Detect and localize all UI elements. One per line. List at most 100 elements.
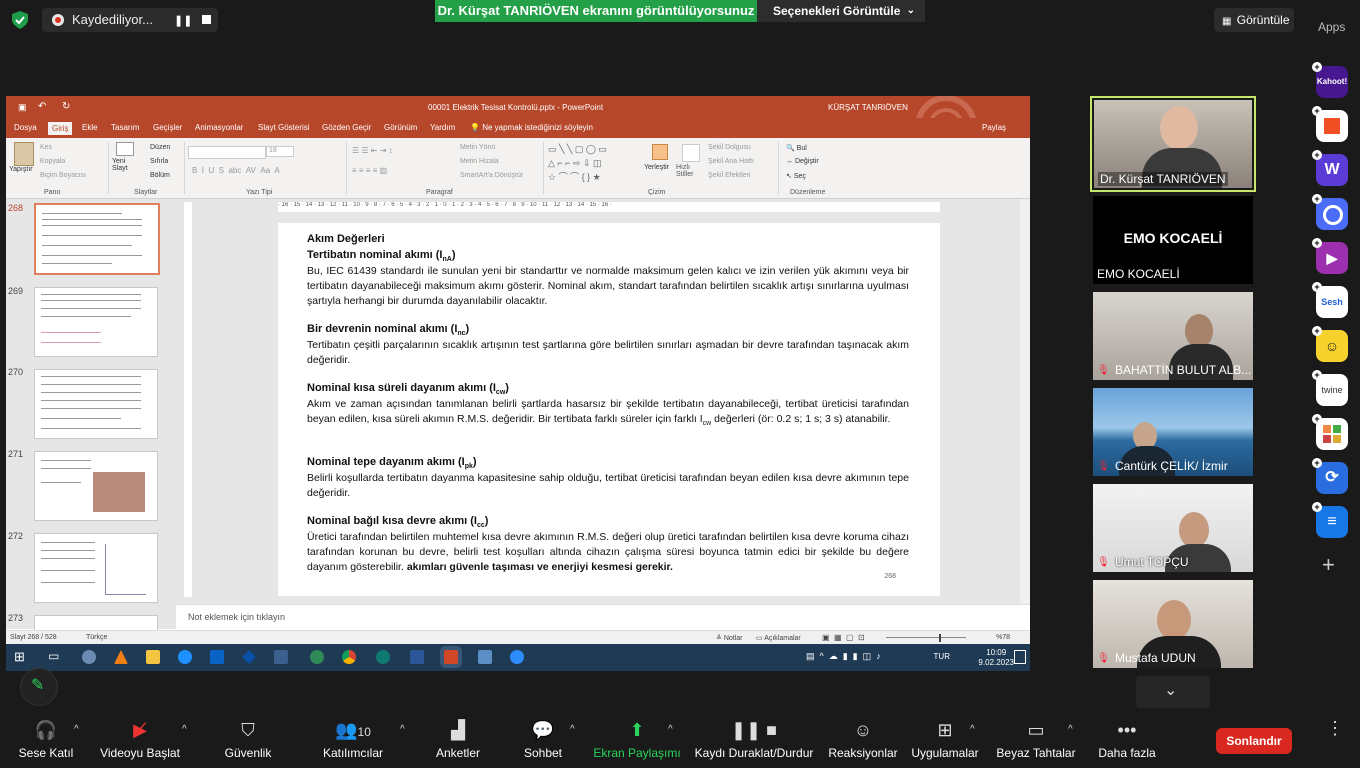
pause-recording-button[interactable]: ❚❚ [174, 14, 192, 27]
sync-app-icon[interactable]: + ⟳ [1312, 458, 1348, 494]
reactions-button[interactable]: ☺ Reaksiyonlar [828, 720, 898, 760]
tab-gozden-gecir[interactable]: Gözden Geçir [322, 123, 371, 132]
text-direction-button[interactable]: Metin Yönü [460, 144, 495, 151]
participants-button[interactable]: 👥10 Katılımcılar [320, 720, 386, 760]
tab-animasyonlar[interactable]: Animasyonlar [195, 123, 243, 132]
audio-options-caret[interactable]: ^ [74, 724, 79, 735]
chat-button[interactable]: 💬 Sohbet [520, 720, 566, 760]
share-options-caret[interactable]: ^ [668, 724, 673, 735]
twine-app-icon[interactable]: + twine [1312, 370, 1348, 406]
paste-button[interactable]: Yapıştır [9, 166, 33, 173]
arrange-button[interactable]: Yerleştir [644, 164, 669, 171]
outlook-icon[interactable] [210, 650, 224, 664]
cut-button[interactable]: Kes [40, 144, 52, 151]
slide-thumbnail[interactable] [34, 533, 158, 603]
security-button[interactable]: ⛉ Güvenlik [218, 720, 278, 760]
tab-gecisler[interactable]: Geçişler [153, 123, 182, 132]
copy-button[interactable]: Kopyala [40, 158, 65, 165]
view-button[interactable]: ▦ Görüntüle [1214, 8, 1294, 32]
notes-toggle[interactable]: ≜ Notlar [716, 634, 743, 642]
new-slide-button[interactable]: Yeni Slayt [112, 158, 132, 172]
align-buttons[interactable]: ≡ ≡ ≡ ≡ ▥ [352, 166, 387, 175]
tab-gorunum[interactable]: Görünüm [384, 123, 417, 132]
kahoot-app-icon[interactable]: + Kahoot! [1312, 62, 1348, 98]
chrome-icon[interactable] [342, 650, 356, 664]
zoom-slider[interactable] [886, 637, 966, 638]
tab-dosya[interactable]: Dosya [14, 123, 37, 132]
section-button[interactable]: Bölüm [150, 172, 170, 179]
shape-fill-button[interactable]: Şekil Dolgusu [708, 144, 751, 151]
select-button[interactable]: ↖ Seç [786, 172, 806, 180]
add-app-icon[interactable]: + [1322, 552, 1335, 578]
app-icon[interactable]: + [1312, 194, 1348, 230]
zoom-thumb[interactable] [939, 634, 941, 642]
find-button[interactable]: 🔍 Bul [786, 144, 807, 152]
video-app-icon[interactable]: + ▶ [1312, 238, 1348, 274]
tell-me-search[interactable]: 💡 Ne yapmak istediğinizi söyleyin [470, 123, 593, 132]
format-painter-button[interactable]: Biçim Boyacısı [40, 172, 86, 179]
font-size-field[interactable]: 18 [266, 146, 294, 157]
join-audio-button[interactable]: 🎧 Sese Katıl [18, 720, 74, 760]
annotate-pencil-button[interactable]: ✎ [20, 668, 58, 706]
app-s-icon[interactable] [376, 650, 390, 664]
share-ppt-button[interactable]: Paylaş [982, 123, 1006, 132]
whiteboards-options-caret[interactable]: ^ [1068, 724, 1073, 735]
app-icon[interactable] [242, 650, 256, 664]
replace-button[interactable]: ↔ Değiştir [786, 158, 819, 165]
more-button[interactable]: ••• Daha fazla [1096, 720, 1158, 760]
participant-tile[interactable]: 🎙 Mustafa UDUN [1093, 580, 1253, 668]
sesh-app-icon[interactable]: + Sesh [1312, 282, 1348, 318]
align-text-button[interactable]: Metin Hizala [460, 158, 499, 165]
shape-effects-button[interactable]: Şekil Efektleri [708, 172, 750, 179]
quick-styles-button[interactable]: Hızlı Stiller [676, 164, 700, 178]
scroll-participants-button[interactable]: ⌄ [1136, 676, 1210, 708]
active-speaker-tile[interactable]: Dr. Kürşat TANRIÖVEN [1090, 96, 1256, 192]
wooclap-app-icon[interactable]: + W [1312, 150, 1348, 186]
slide-thumbnail[interactable] [34, 287, 158, 357]
end-meeting-button[interactable]: Sonlandır [1216, 728, 1292, 754]
slide-thumbnail[interactable] [34, 615, 158, 631]
word-icon[interactable] [410, 650, 424, 664]
apps-options-caret[interactable]: ^ [970, 724, 975, 735]
slide-thumbnail[interactable] [34, 369, 158, 439]
shape-outline-button[interactable]: Şekil Ana Hattı [708, 158, 754, 165]
layout-button[interactable]: Düzen [150, 144, 170, 151]
powerpoint-icon[interactable] [444, 650, 458, 664]
internet-explorer-icon[interactable] [178, 650, 192, 664]
app-icon[interactable]: + [1312, 414, 1348, 450]
tab-ekle[interactable]: Ekle [82, 123, 98, 132]
participant-tile[interactable]: 🎙 Umut TOPÇU [1093, 484, 1253, 572]
participants-options-caret[interactable]: ^ [400, 724, 405, 735]
comments-toggle[interactable]: ▭ Açıklamalar [756, 634, 801, 642]
system-tray-icons[interactable]: ▤ ^ ☁ ▮ ▮ ◫ ♪ [806, 651, 881, 662]
slide-thumbnail[interactable] [34, 451, 158, 521]
taskbar-clock[interactable]: 10:09 9.02.2023 [978, 648, 1014, 668]
slide-thumbnail[interactable] [34, 203, 160, 275]
windows-start-icon[interactable]: ⊞ [14, 649, 25, 665]
app-icon[interactable] [274, 650, 288, 664]
settings-app-icon[interactable] [82, 650, 96, 664]
start-video-button[interactable]: ▶̸ Videoyu Başlat [96, 720, 184, 760]
polls-button[interactable]: ▟ Anketler [432, 720, 484, 760]
globe-app-icon[interactable] [310, 650, 324, 664]
tab-tasarim[interactable]: Tasarım [111, 123, 139, 132]
task-view-icon[interactable]: ▭ [48, 649, 59, 663]
font-format-buttons[interactable]: B I U S abc AV Aa A [192, 166, 280, 175]
camera-app-icon[interactable] [478, 650, 492, 664]
stop-recording-button[interactable] [202, 15, 211, 24]
participant-tile-emo[interactable]: EMO KOCAELİ EMO KOCAELİ [1093, 196, 1253, 284]
video-options-caret[interactable]: ^ [182, 724, 187, 735]
reset-button[interactable]: Sıfırla [150, 158, 168, 165]
notifications-icon[interactable] [1014, 650, 1026, 664]
tab-yardim[interactable]: Yardım [430, 123, 455, 132]
app-icon[interactable]: + [1312, 106, 1348, 142]
current-slide[interactable]: Akım Değerleri Tertibatın nominal akımı … [278, 223, 940, 596]
vertical-more-icon[interactable]: ⋮ [1326, 718, 1344, 739]
file-explorer-icon[interactable] [146, 650, 160, 664]
list-buttons[interactable]: ☰ ☰ ⇤ ⇥ ↕ [352, 146, 393, 155]
shapes-gallery[interactable]: ▭ ╲ ╲ ▢ ◯ ▭ △ ⌐ ⌐ ⇨ ⇩ ◫ ☆ ⌒ ⌒ { } ★ [548, 142, 640, 184]
tab-giris[interactable]: Giriş [48, 122, 73, 135]
vlc-icon[interactable] [114, 650, 128, 664]
input-language[interactable]: TUR [934, 652, 950, 661]
app-icon[interactable]: + ≡ [1312, 502, 1348, 538]
